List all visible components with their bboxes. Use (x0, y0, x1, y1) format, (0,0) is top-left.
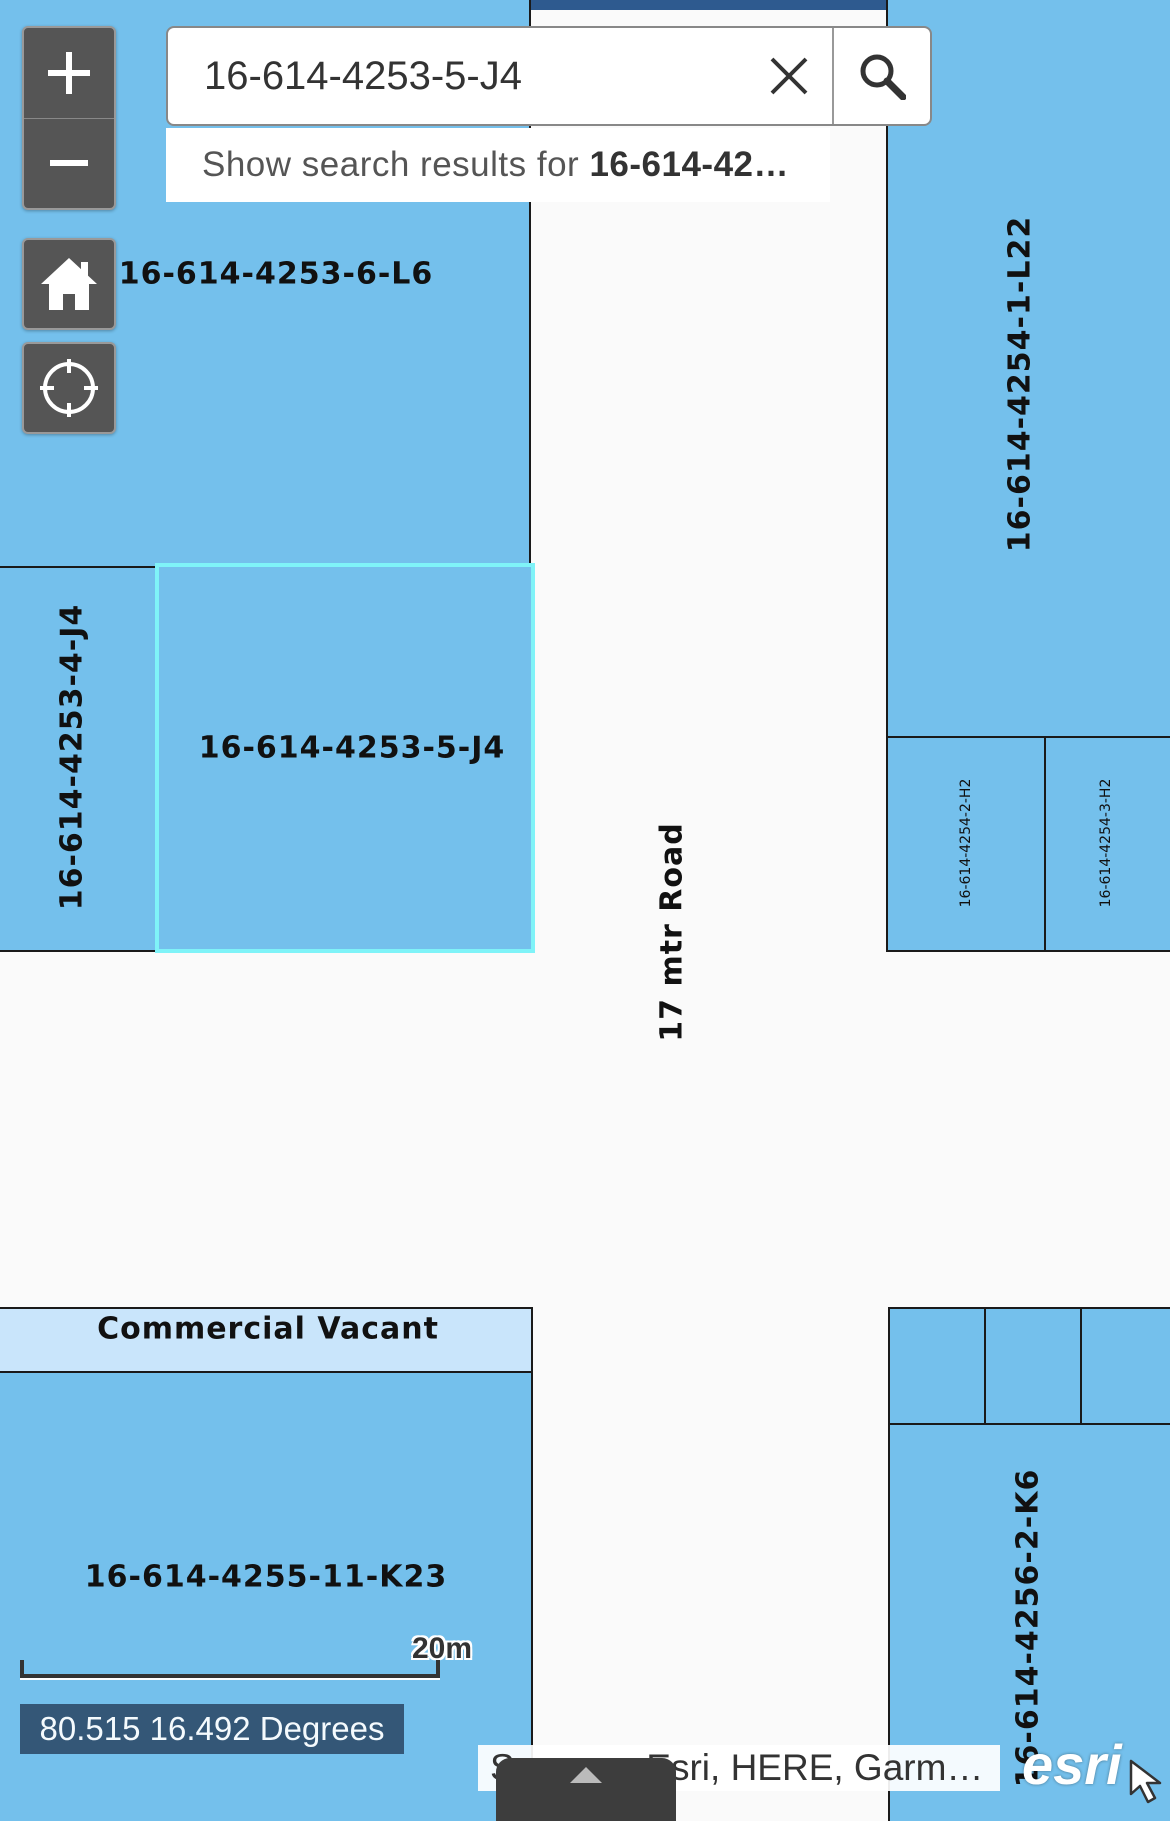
caret-up-icon (570, 1767, 602, 1783)
search-suggestion[interactable]: Show search results for 16-614-42… (166, 128, 830, 202)
parcel-label: 16-614-4254-1-L22 (1002, 215, 1038, 553)
home-icon (41, 258, 97, 310)
search-widget (166, 26, 932, 126)
parcel-label: 16-614-4253-5-J4 (198, 730, 506, 766)
minus-icon (50, 160, 88, 166)
locate-button[interactable] (22, 342, 116, 434)
parcel-small-b[interactable] (984, 1307, 1082, 1425)
search-icon (860, 54, 906, 100)
parcel-label: Commercial Vacant (97, 1311, 439, 1347)
suggestion-prefix: Show search results for (202, 145, 590, 184)
parcel-label: 16-614-4253-4-J4 (54, 603, 90, 911)
panel-toggle-button[interactable] (496, 1758, 676, 1821)
zoom-in-button[interactable] (24, 28, 114, 119)
locate-icon (40, 359, 98, 417)
parcel-label: 16-614-4254-2-H2 (958, 778, 974, 908)
home-button[interactable] (22, 238, 116, 330)
parcel-small-a[interactable] (888, 1307, 986, 1425)
plus-icon (48, 52, 90, 94)
suggestion-term: 16-614-42… (589, 145, 790, 184)
search-input[interactable] (204, 28, 724, 124)
cursor-icon (1129, 1759, 1162, 1804)
search-button[interactable] (834, 28, 930, 124)
scale-bar (20, 1660, 440, 1678)
road-label: 17 mtr Road (654, 822, 690, 1042)
parcel-label: 16-614-4254-3-H2 (1098, 778, 1114, 908)
parcel-small-c[interactable] (1080, 1307, 1170, 1425)
coordinates-readout[interactable]: 80.515 16.492 Degrees (20, 1704, 404, 1754)
map-view[interactable]: 16-614-4253-6-L6 16-614-4254-1-L22 16-61… (0, 0, 1170, 1821)
esri-logo: esri (1022, 1733, 1122, 1796)
parcel-label: 16-614-4255-11-K23 (84, 1559, 448, 1595)
zoom-control (22, 26, 116, 210)
close-icon (770, 57, 808, 95)
parcel-label: 16-614-4253-6-L6 (118, 256, 434, 292)
zoom-out-button[interactable] (24, 118, 114, 208)
clear-search-button[interactable] (744, 28, 834, 124)
